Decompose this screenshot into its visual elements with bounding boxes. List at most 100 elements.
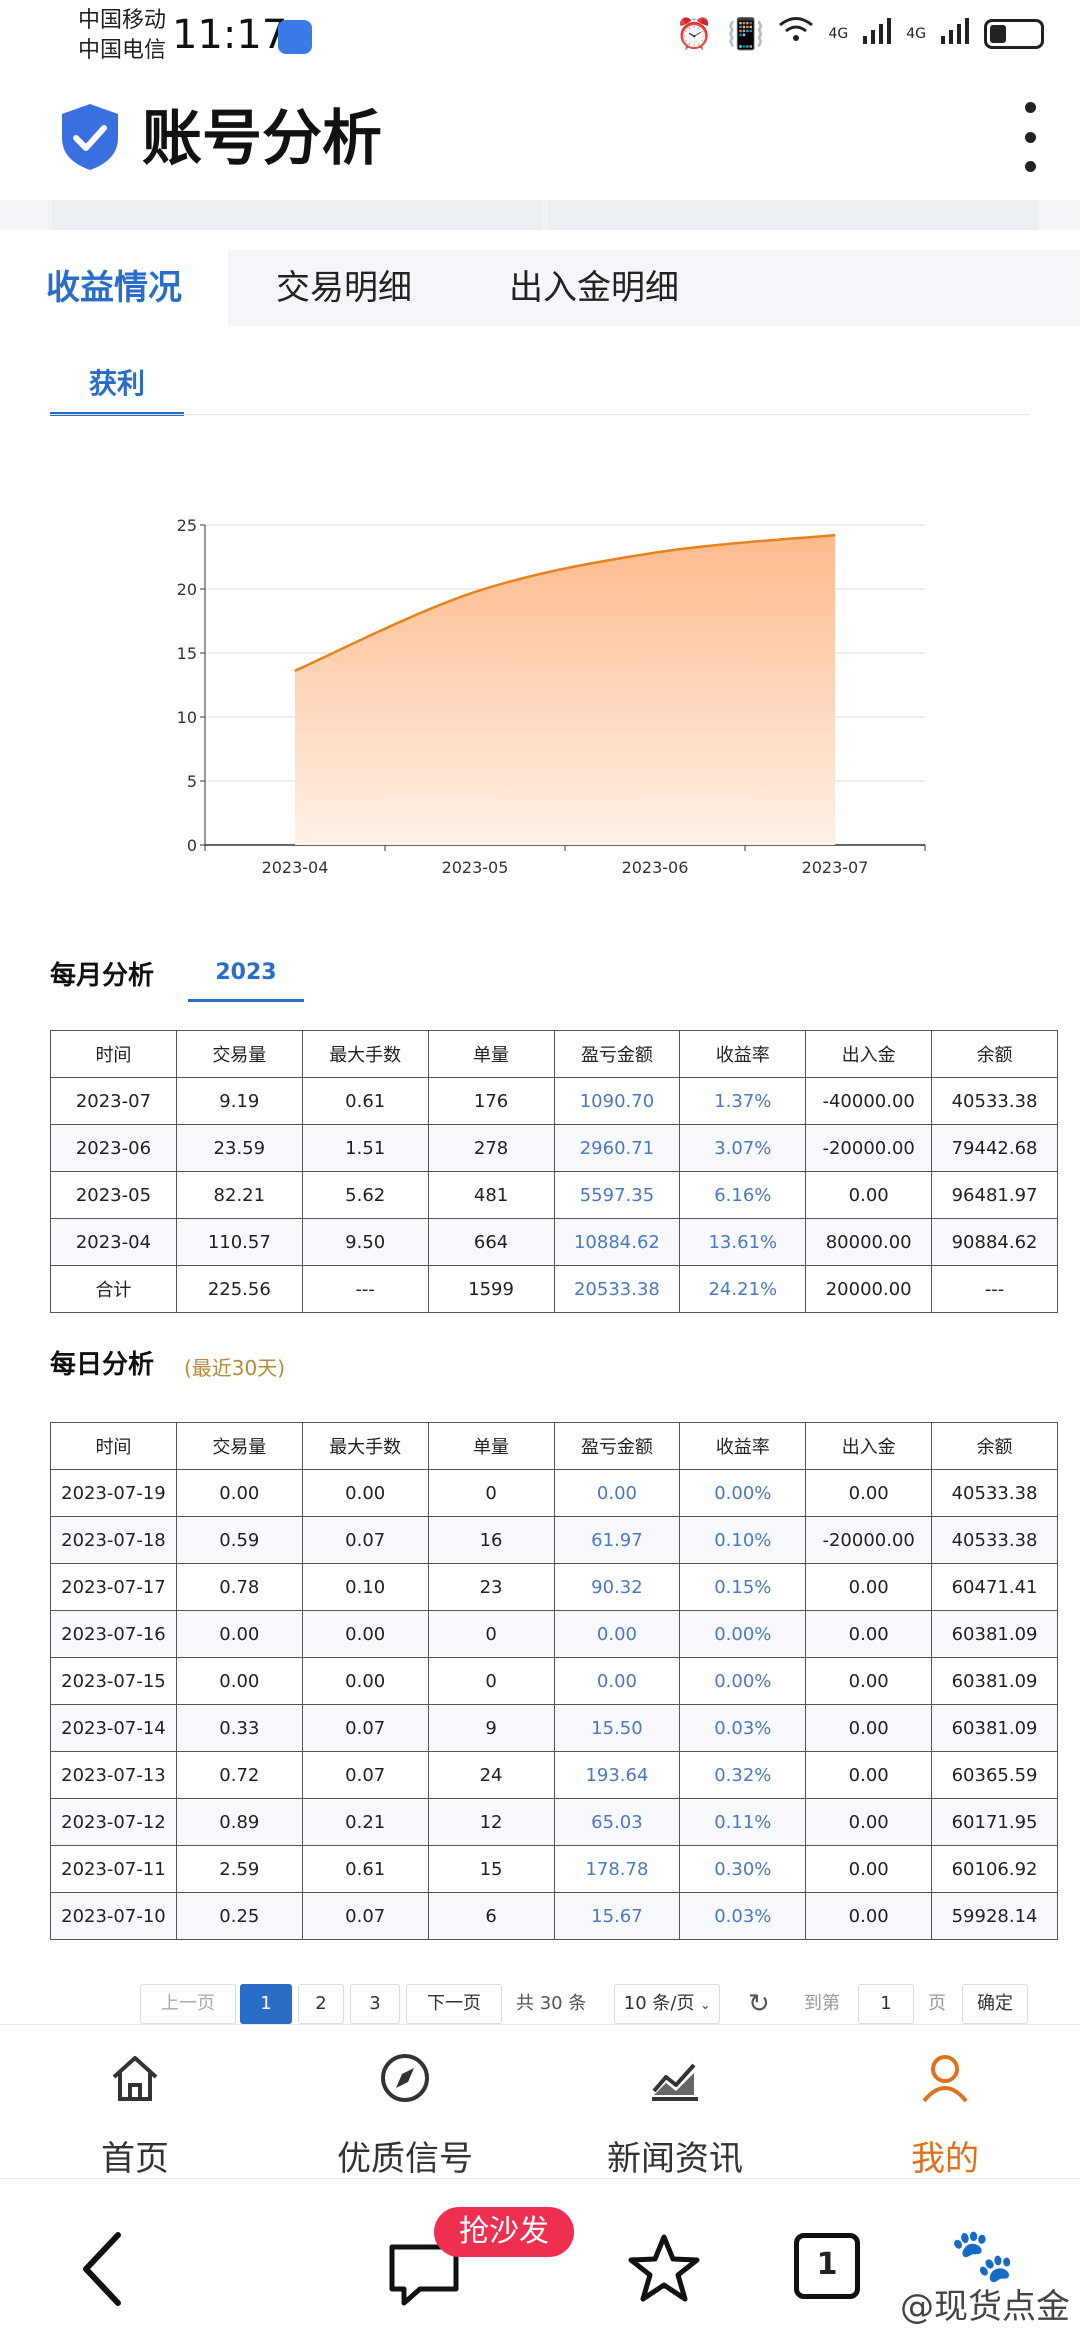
carrier-2: 中国电信	[78, 38, 167, 63]
table-cell: 2023-07-14	[50, 1704, 177, 1752]
table-row: 2023-07-15 0.00 0.00 0 0.00 0.00% 0.00 60381.09	[50, 1657, 1058, 1705]
goto-confirm-button[interactable]: 确定	[962, 1984, 1028, 2024]
nav-mine[interactable]: 我的	[810, 2025, 1080, 2179]
monthly-analysis-title: 每月分析	[50, 961, 155, 991]
table-cell: 193.64	[553, 1751, 681, 1799]
table-cell: 15.67	[553, 1892, 681, 1940]
table-row: 2023-05 82.21 5.62 481 5597.35 6.16% 0.00 96481…	[50, 1171, 1058, 1219]
table-cell: 0.89	[175, 1798, 303, 1846]
table-cell: 1599	[427, 1265, 555, 1313]
table-cell: 664	[427, 1218, 555, 1266]
summary-cell-right	[548, 200, 1038, 230]
table-cell: 0.00	[805, 1798, 933, 1846]
table-cell: 0.61	[301, 1077, 429, 1125]
table-cell: 225.56	[175, 1265, 303, 1313]
series-area-fill	[295, 535, 835, 845]
monthly-table: 时间 交易量 最大手数 单量 盈亏金额 收益率 出入金 余额 2023-07 9.19 0.61 1…	[50, 1030, 1058, 1313]
table-cell: -40000.00	[805, 1077, 933, 1125]
table-cell: 1.51	[301, 1124, 429, 1172]
monthly-header-cell: 最大手数	[301, 1030, 429, 1078]
table-cell: 0.03%	[679, 1892, 807, 1940]
table-cell: 0.00	[805, 1469, 933, 1517]
daily-header-cell: 盈亏金额	[553, 1422, 681, 1470]
table-row: 2023-07-18 0.59 0.07 16 61.97 0.10% -20000.00 4…	[50, 1516, 1058, 1564]
table-row: 2023-07-16 0.00 0.00 0 0.00 0.00% 0.00 60381.09	[50, 1610, 1058, 1658]
table-cell: 0.00	[805, 1171, 933, 1219]
tab-count-icon[interactable]: 1	[794, 2233, 860, 2299]
tab-earnings[interactable]: 收益情况	[0, 250, 228, 326]
daily-header-cell: 最大手数	[301, 1422, 429, 1470]
monthly-header-cell: 时间	[50, 1030, 177, 1078]
signal-icon	[862, 16, 892, 52]
x-tick-label: 2023-06	[622, 858, 689, 877]
x-tick-label: 2023-07	[802, 858, 869, 877]
table-cell: 60381.09	[931, 1704, 1058, 1752]
table-cell: ---	[931, 1265, 1058, 1313]
table-cell: 2023-07-16	[50, 1610, 177, 1658]
nav-news[interactable]: 新闻资讯	[540, 2025, 810, 2179]
table-cell: 2023-05	[50, 1171, 177, 1219]
subtab-profit[interactable]: 获利	[50, 360, 184, 416]
tab-trade-details[interactable]: 交易明细	[234, 250, 454, 326]
bottom-nav: 首页 优质信号 新闻资讯 我的	[0, 2024, 1080, 2179]
table-cell: 9.50	[301, 1218, 429, 1266]
table-cell: 9	[427, 1704, 555, 1752]
table-cell: 0.32%	[679, 1751, 807, 1799]
table-cell: 0.30%	[679, 1845, 807, 1893]
year-tab-2023[interactable]: 2023	[188, 960, 304, 1002]
table-cell: 2023-07-12	[50, 1798, 177, 1846]
table-cell: 110.57	[175, 1218, 303, 1266]
y-tick-label: 25	[177, 516, 197, 535]
table-cell: 0.03%	[679, 1704, 807, 1752]
page-size-select[interactable]: 10 条/页 ⌄	[614, 1984, 720, 2024]
table-cell: 59928.14	[931, 1892, 1058, 1940]
prev-page-button[interactable]: 上一页	[140, 1984, 236, 2024]
table-cell: 0.10%	[679, 1516, 807, 1564]
network-label-1: 4G	[828, 26, 849, 42]
total-count: 共 30 条	[516, 1993, 587, 2014]
refresh-icon[interactable]: ↻	[748, 1984, 770, 2024]
table-cell: 2960.71	[553, 1124, 681, 1172]
table-cell: 0.15%	[679, 1563, 807, 1611]
table-cell: 15.50	[553, 1704, 681, 1752]
table-row: 2023-07-17 0.78 0.10 23 90.32 0.15% 0.00 60471.…	[50, 1563, 1058, 1611]
daily-analysis-note: (最近30天)	[184, 1356, 286, 1380]
table-cell: 0	[427, 1610, 555, 1658]
goto-page-input[interactable]: 1	[858, 1984, 914, 2024]
star-icon[interactable]	[626, 2231, 702, 2307]
more-menu-icon[interactable]	[1020, 102, 1040, 172]
table-cell: 0.00	[301, 1469, 429, 1517]
page-2-button[interactable]: 2	[298, 1984, 344, 2024]
nav-signals[interactable]: 优质信号	[270, 2025, 540, 2179]
paw-icon: 🐾	[950, 2226, 1015, 2286]
daily-header-cell: 出入金	[805, 1422, 933, 1470]
nav-home[interactable]: 首页	[0, 2025, 270, 2179]
table-cell: 0.59	[175, 1516, 303, 1564]
page-3-button[interactable]: 3	[350, 1984, 400, 2024]
table-cell: ---	[301, 1265, 429, 1313]
table-cell: 0	[427, 1657, 555, 1705]
page-1-button[interactable]: 1	[240, 1984, 292, 2024]
monthly-header-cell: 单量	[427, 1030, 555, 1078]
x-tick-label: 2023-04	[262, 858, 329, 877]
sofa-badge[interactable]: 抢沙发	[434, 2207, 574, 2257]
nav-news-label: 新闻资讯	[607, 2139, 743, 2179]
table-cell: 1090.70	[553, 1077, 681, 1125]
shield-check-icon	[62, 104, 118, 170]
table-cell: 0.00	[175, 1469, 303, 1517]
back-arrow-icon[interactable]	[78, 2231, 128, 2307]
table-cell: 0.21	[301, 1798, 429, 1846]
table-cell: 2023-04	[50, 1218, 177, 1266]
table-cell: 2023-07-15	[50, 1657, 177, 1705]
table-cell: 65.03	[553, 1798, 681, 1846]
monthly-header-cell: 交易量	[175, 1030, 303, 1078]
table-row: 2023-07-19 0.00 0.00 0 0.00 0.00% 0.00 40533.38	[50, 1469, 1058, 1517]
table-cell: 2023-07-19	[50, 1469, 177, 1517]
next-page-button[interactable]: 下一页	[406, 1984, 502, 2024]
tab-fund-details[interactable]: 出入金明细	[470, 250, 718, 326]
table-cell: 0.07	[301, 1704, 429, 1752]
daily-header-cell: 余额	[931, 1422, 1058, 1470]
table-row: 2023-07 9.19 0.61 176 1090.70 1.37% -40000.00 4…	[50, 1077, 1058, 1125]
table-cell: 0.00	[805, 1845, 933, 1893]
table-cell: 60171.95	[931, 1798, 1058, 1846]
